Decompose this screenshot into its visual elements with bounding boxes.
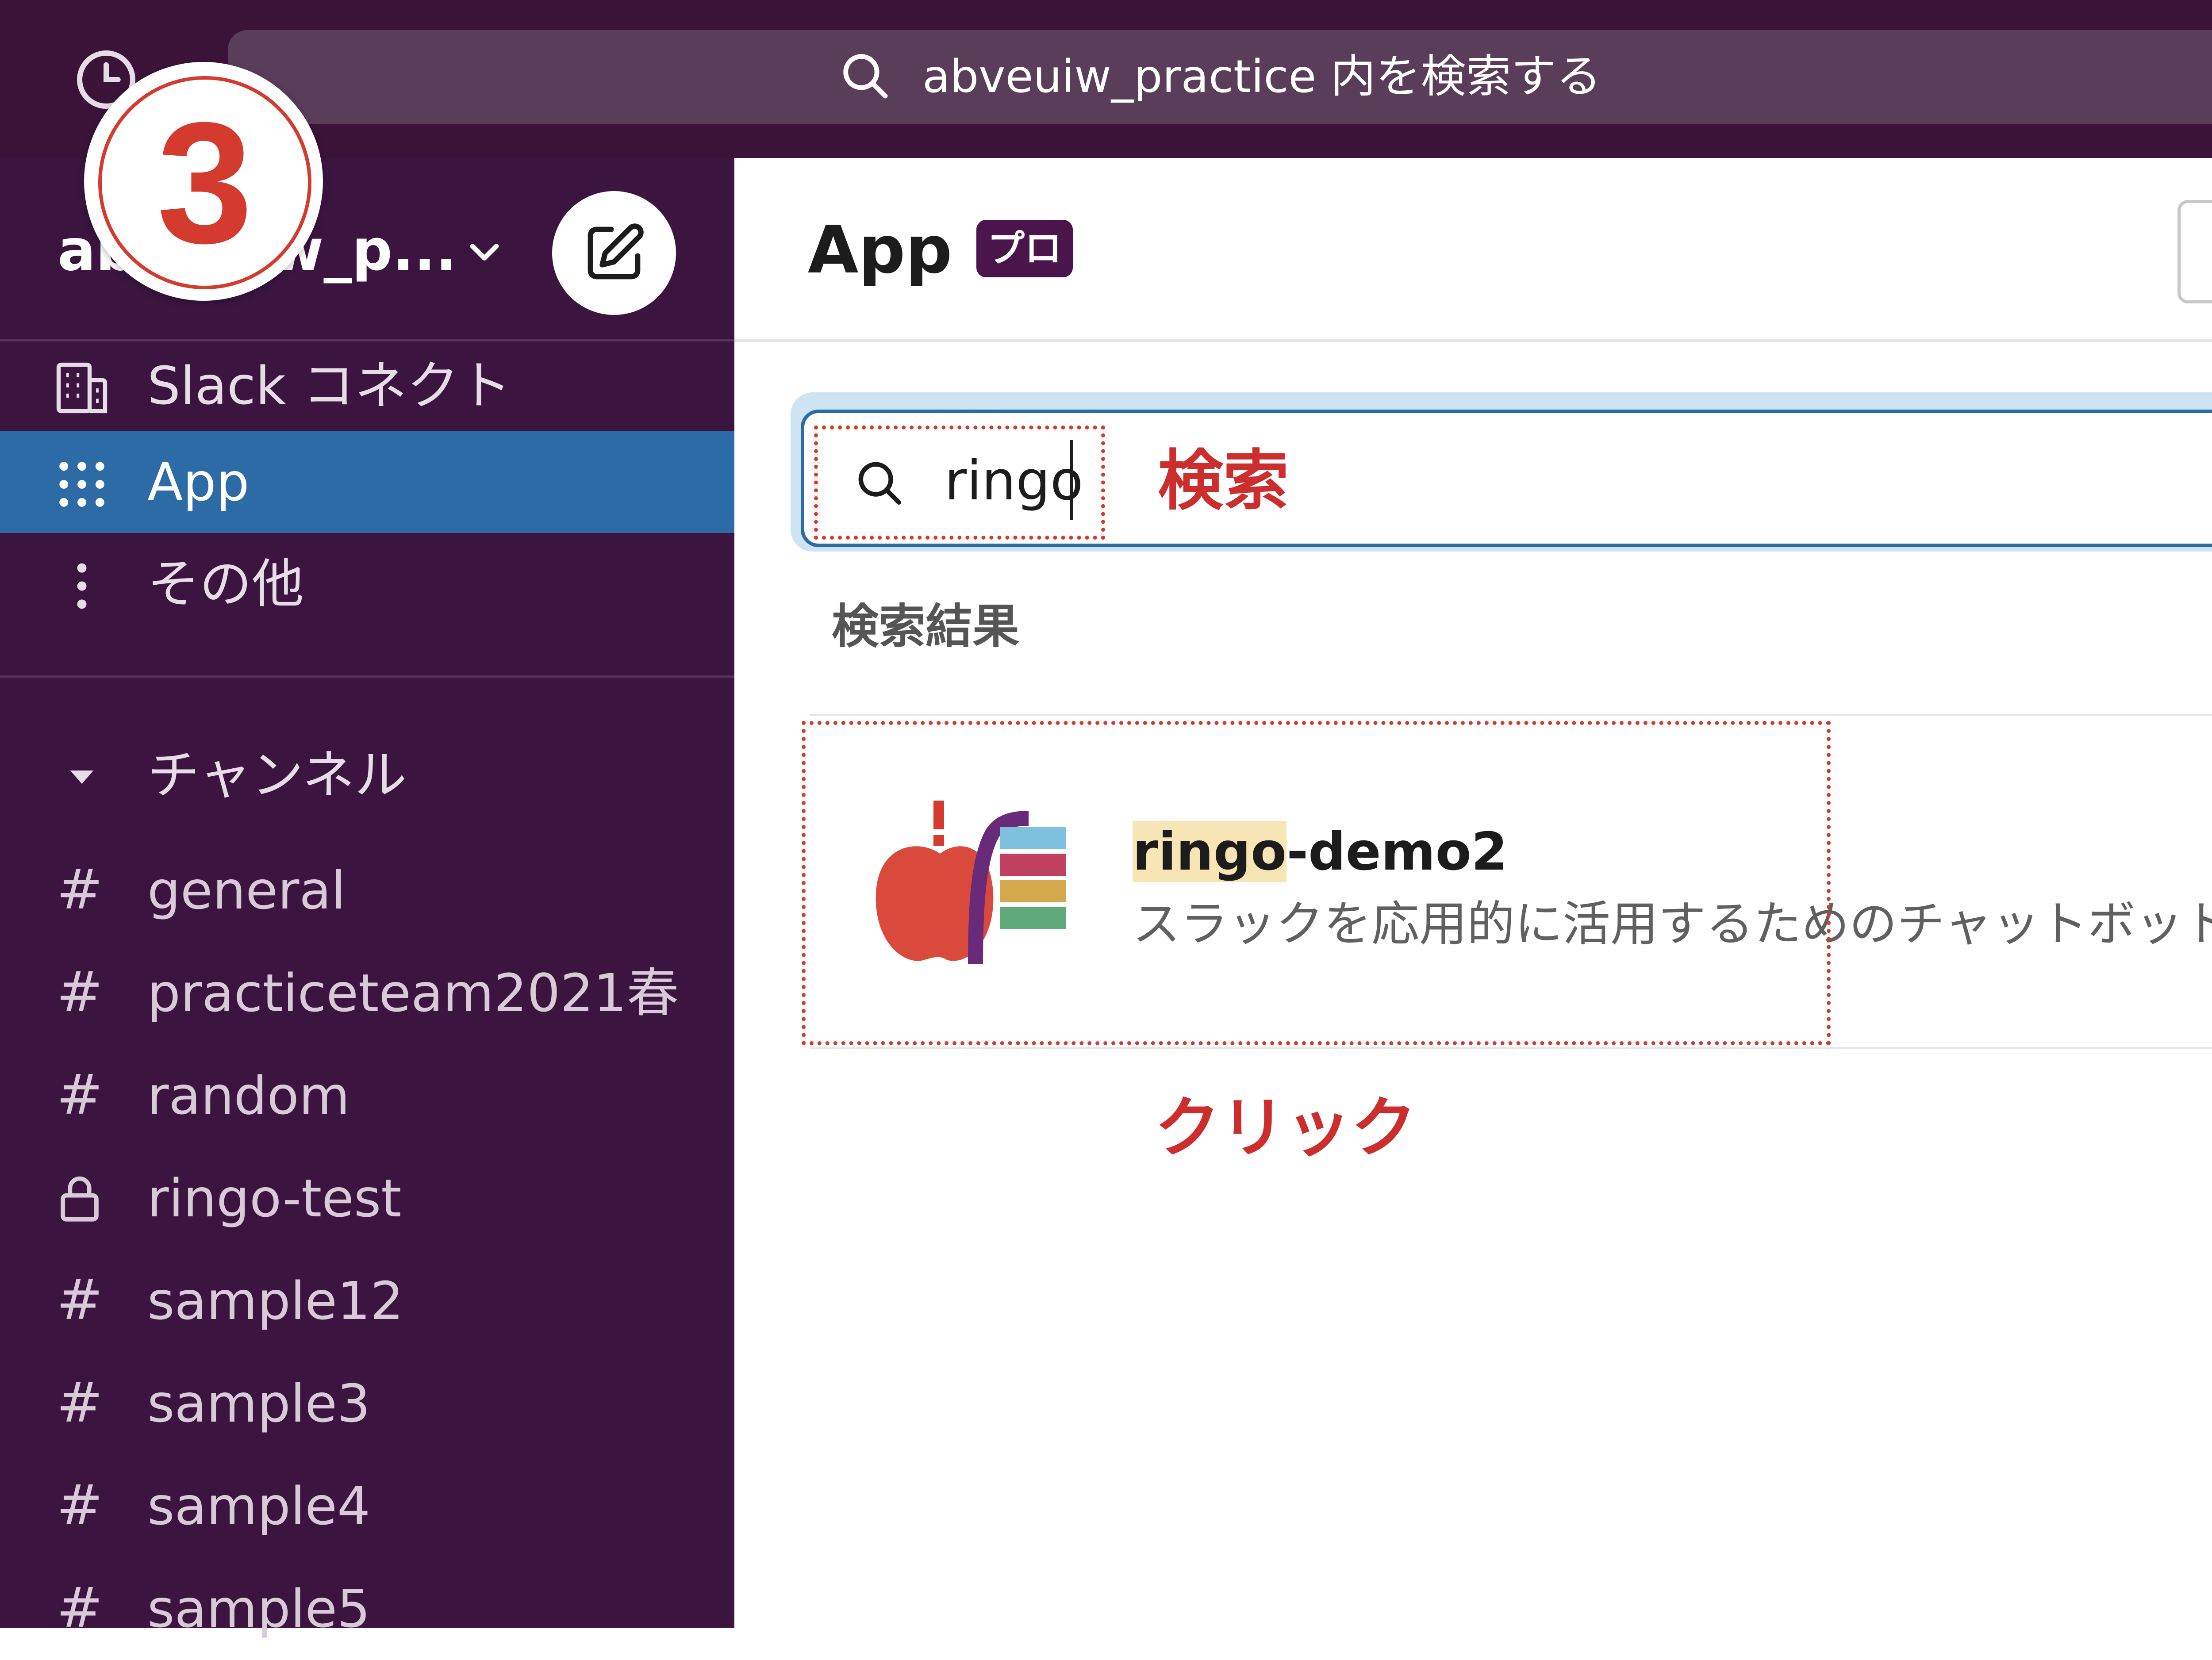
channel-item[interactable]: # sample4 (0, 1455, 734, 1557)
channels-section-header[interactable]: チャンネル (0, 731, 734, 819)
page-title: App (808, 212, 952, 288)
hash-icon: # (56, 858, 103, 922)
sidebar-item-more[interactable]: その他 (0, 533, 734, 635)
page-header: App プロ A (734, 158, 2212, 342)
pro-badge: プロ (976, 220, 1073, 277)
sidebar-item-slack-connect[interactable]: Slack コネクト (0, 335, 734, 437)
sidebar-item-label: App (147, 452, 250, 513)
hash-icon: # (56, 1063, 103, 1127)
search-annotation: 検索 (1158, 443, 1289, 519)
channel-label: sample5 (147, 1578, 371, 1639)
sidebar-item-label: その他 (147, 553, 304, 614)
channel-label: practiceteam2021春 (147, 962, 679, 1024)
hash-icon: # (56, 1371, 103, 1435)
channel-label: sample12 (147, 1270, 404, 1331)
result-highlight-frame (802, 721, 1831, 1045)
channel-label: ringo-test (147, 1168, 402, 1229)
channels-section-label: チャンネル (147, 744, 407, 805)
header-action-button[interactable]: A (2177, 200, 2212, 303)
hash-icon: # (56, 1268, 103, 1332)
search-icon (843, 54, 888, 99)
lock-icon (61, 1176, 99, 1222)
channel-label: sample3 (147, 1373, 371, 1434)
channel-item[interactable]: # practiceteam2021春 (0, 942, 734, 1044)
channel-item[interactable]: ringo-test (0, 1147, 734, 1250)
results-heading: 検索結果 (832, 599, 1019, 654)
channel-label: sample4 (147, 1476, 371, 1537)
click-annotation: クリック (1155, 1090, 1417, 1166)
channel-item[interactable]: # sample12 (0, 1250, 734, 1352)
sidebar-item-label: Slack コネクト (147, 355, 511, 416)
sidebar: abveuiw_p... Slack コネクト App その他 (0, 158, 734, 1640)
caret-down-icon[interactable] (62, 757, 102, 797)
channel-label: random (147, 1065, 350, 1126)
channel-item[interactable]: # sample5 (0, 1557, 734, 1660)
channel-item[interactable]: # random (0, 1044, 734, 1147)
chevron-down-icon[interactable] (460, 232, 509, 272)
result-divider (810, 1047, 2212, 1049)
apps-grid-icon (59, 462, 104, 507)
step-number: 3 (98, 76, 311, 289)
compose-icon (588, 223, 644, 280)
hash-icon: # (56, 1473, 103, 1537)
channel-item[interactable]: # sample3 (0, 1352, 734, 1455)
channel-item[interactable]: # general (0, 839, 734, 942)
search-highlight-frame (814, 426, 1105, 540)
channel-label: general (147, 860, 346, 921)
top-bar: abveuiw_practice 内を検索する (0, 0, 2212, 158)
global-search-placeholder: abveuiw_practice 内を検索する (922, 50, 1601, 103)
step-number-badge: 3 (84, 62, 323, 301)
building-icon (56, 362, 108, 414)
sidebar-item-app[interactable]: App (0, 431, 734, 533)
more-vertical-icon (77, 563, 87, 609)
hash-icon: # (56, 960, 103, 1024)
sidebar-divider (0, 675, 734, 678)
compose-button[interactable] (552, 191, 676, 315)
hash-icon: # (56, 1576, 103, 1640)
